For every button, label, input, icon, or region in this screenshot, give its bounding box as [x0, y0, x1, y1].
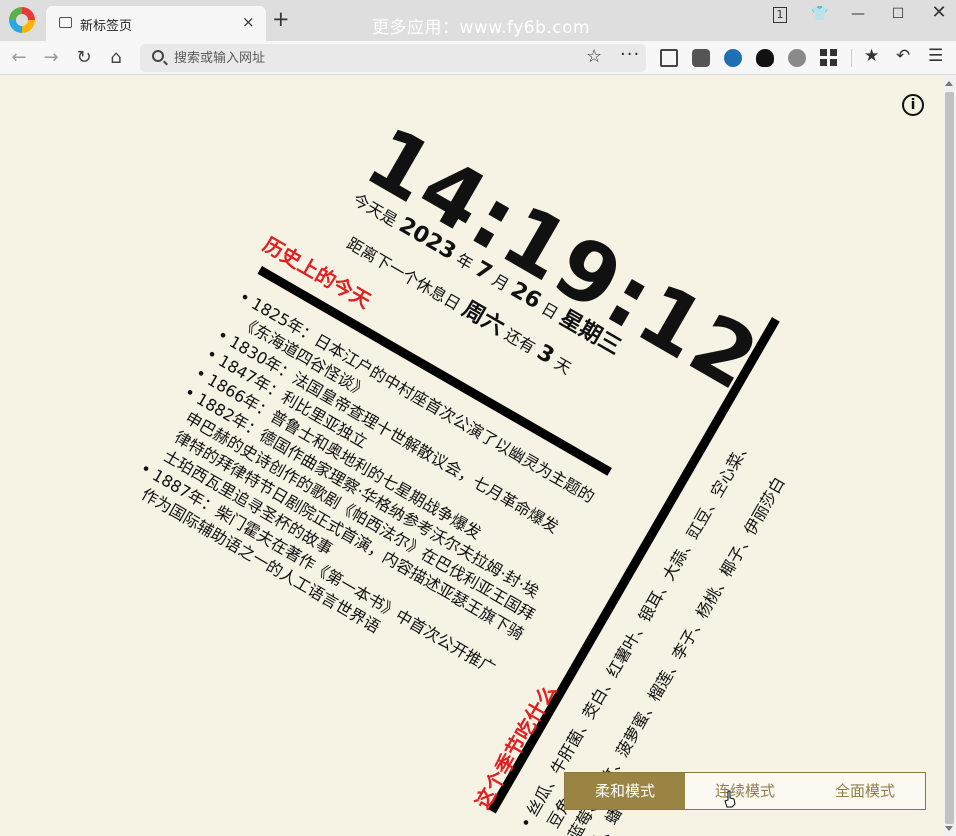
- mode-full-button[interactable]: 全面模式: [805, 773, 925, 809]
- extension-avatar-icon[interactable]: [756, 49, 774, 67]
- mode-switch: 柔和模式 连续模式 全面模式: [564, 772, 926, 810]
- reload-button[interactable]: ↻: [73, 47, 95, 69]
- home-button[interactable]: ⌂: [105, 47, 127, 69]
- skin-shirt-icon[interactable]: 👕: [808, 6, 832, 28]
- menu-icon[interactable]: ☰: [928, 46, 943, 66]
- promo-text: 更多应用：www.fy6b.com: [372, 18, 591, 38]
- address-input[interactable]: [174, 46, 574, 70]
- forward-button[interactable]: →: [40, 47, 62, 69]
- scroll-up-arrow-icon[interactable]: [945, 81, 953, 86]
- extension-game-icon[interactable]: [692, 49, 710, 67]
- browser-logo-icon[interactable]: [9, 7, 35, 33]
- minimize-button[interactable]: —: [846, 6, 870, 28]
- scroll-thumb[interactable]: [945, 92, 954, 824]
- info-icon[interactable]: i: [902, 94, 924, 116]
- date-year-unit: 年: [452, 249, 477, 274]
- new-tab-page: i 14:19:12 今天是 2023 年 7 月 26 日 星期三 距离下一个…: [0, 76, 943, 836]
- tab-new-tab[interactable]: 新标签页 ×: [46, 6, 266, 41]
- vertical-scrollbar[interactable]: [943, 76, 956, 836]
- mode-continuous-button[interactable]: 连续模式: [685, 773, 805, 809]
- new-tab-button[interactable]: +: [272, 9, 290, 30]
- tab-count: 1: [773, 7, 787, 23]
- tab-title: 新标签页: [80, 19, 133, 34]
- close-window-button[interactable]: ✕: [927, 2, 951, 24]
- rest-day: 周六: [457, 296, 509, 341]
- tab-close-icon[interactable]: ×: [242, 13, 255, 31]
- maximize-button[interactable]: ☐: [886, 6, 910, 28]
- back-button[interactable]: ←: [8, 47, 30, 69]
- extension-gray-icon[interactable]: [788, 49, 806, 67]
- tab-count-button[interactable]: 1: [768, 6, 792, 28]
- date-month-unit: 月: [488, 270, 513, 295]
- bookmark-star-icon[interactable]: ☆: [586, 46, 602, 67]
- new-tab-page-icon: [59, 17, 72, 28]
- address-bar[interactable]: ☆ ···: [140, 44, 646, 72]
- date-day-unit: 日: [538, 298, 562, 324]
- rest-mid: 还有: [501, 324, 539, 358]
- mode-soft-button[interactable]: 柔和模式: [565, 773, 685, 809]
- scroll-down-arrow-icon[interactable]: [945, 826, 953, 831]
- extension-blue-circle-icon[interactable]: [724, 49, 742, 67]
- favorites-icon[interactable]: ★: [864, 46, 879, 66]
- search-icon: [152, 50, 164, 62]
- more-options-icon[interactable]: ···: [620, 44, 640, 65]
- navigation-toolbar: ← → ↻ ⌂ ☆ ··· ★ ↶ ☰: [0, 41, 956, 75]
- title-bar: 新标签页 × + 更多应用：www.fy6b.com 1 👕 — ☐ ✕: [0, 0, 956, 41]
- toolbar-divider: [851, 49, 852, 67]
- collections-icon[interactable]: [660, 49, 678, 67]
- rest-unit: 天: [551, 353, 575, 379]
- hand-cursor-icon: [724, 790, 736, 808]
- undo-icon[interactable]: ↶: [896, 46, 910, 66]
- apps-grid-icon[interactable]: [820, 49, 838, 67]
